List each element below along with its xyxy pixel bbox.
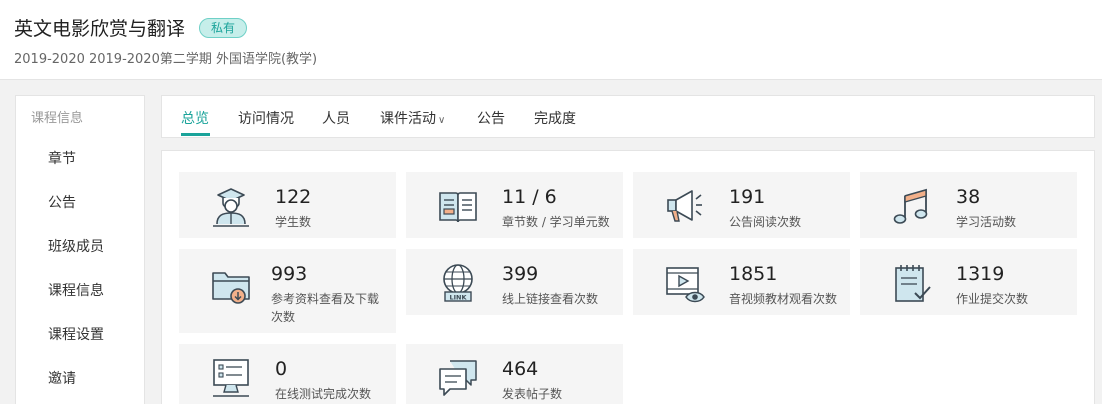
title-row: 英文电影欣赏与翻译 私有: [14, 14, 248, 41]
sidebar-heading: 课程信息: [31, 111, 84, 126]
tab-overview[interactable]: 总览: [181, 108, 209, 128]
sidebar-item-announcements[interactable]: 公告: [48, 192, 76, 212]
tab-courseware-label: 课件活动: [380, 111, 436, 127]
video-view-icon: [666, 267, 705, 303]
megaphone-icon: [667, 190, 702, 222]
stat-card-homework: 1319 作业提交次数: [860, 249, 1077, 315]
online-test-icon: [213, 359, 249, 397]
stat-card-announcement-reads: 191 公告阅读次数: [633, 172, 850, 238]
stat-label: 学习活动数: [956, 215, 1017, 229]
stat-value: 191: [729, 186, 766, 208]
active-tab-indicator: [181, 133, 210, 136]
stat-label: 公告阅读次数: [729, 215, 802, 229]
stat-card-online-links: LINK 399 线上链接查看次数: [406, 249, 623, 315]
privacy-badge: 私有: [199, 17, 248, 38]
post-icon: [439, 360, 477, 396]
book-icon: [439, 192, 477, 223]
stat-label: 章节数 / 学习单元数: [502, 215, 610, 229]
stat-value: 0: [275, 358, 288, 380]
tab-people[interactable]: 人员: [322, 108, 350, 128]
stat-card-students: 122 学生数: [179, 172, 396, 238]
stat-card-av-materials: 1851 音视频教材观看次数: [633, 249, 850, 315]
globe-link-icon: LINK: [443, 264, 473, 302]
stat-value: 38: [956, 186, 981, 208]
stat-label: 作业提交次数: [956, 292, 1029, 306]
stat-value: 1319: [956, 263, 1005, 285]
stat-value: 122: [275, 186, 312, 208]
stat-value: 1851: [729, 263, 778, 285]
course-subtitle: 2019-2020 2019-2020第二学期 外国语学院(教学): [14, 52, 318, 67]
student-icon: [213, 188, 249, 227]
sidebar-item-chapters[interactable]: 章节: [48, 148, 76, 168]
sidebar-item-invite[interactable]: 邀请: [48, 368, 76, 388]
stat-card-reference-materials: 993 参考资料查看及下载次数: [179, 249, 396, 333]
sidebar: 课程信息 章节 公告 班级成员 课程信息 课程设置 邀请: [15, 95, 145, 404]
stat-card-learning-activities: 38 学习活动数: [860, 172, 1077, 238]
tab-completion[interactable]: 完成度: [534, 108, 576, 128]
sidebar-item-course-settings[interactable]: 课程设置: [48, 324, 104, 344]
stat-label: 发表帖子数: [502, 387, 563, 401]
stat-label: 音视频教材观看次数: [729, 292, 838, 306]
folder-download-icon: [212, 272, 250, 304]
tab-courseware-activities[interactable]: 课件活动 ∨: [380, 108, 445, 128]
stat-label: 学生数: [275, 215, 312, 229]
stat-value: 993: [271, 263, 308, 285]
stat-value: 399: [502, 263, 539, 285]
chevron-down-icon: ∨: [438, 115, 446, 126]
stat-card-online-tests: 0 在线测试完成次数: [179, 344, 396, 404]
stat-card-posts: 464 发表帖子数: [406, 344, 623, 404]
stat-label: 在线测试完成次数: [275, 387, 372, 401]
homework-icon: [895, 265, 931, 302]
stat-label: 参考资料查看及下载次数: [271, 292, 380, 324]
sidebar-item-members[interactable]: 班级成员: [48, 236, 104, 256]
tab-bar: 总览 访问情况 人员 课件活动 ∨ 公告 完成度: [161, 95, 1095, 138]
tab-announcements[interactable]: 公告: [477, 108, 505, 128]
music-note-icon: [893, 188, 928, 224]
stat-value: 11 / 6: [502, 186, 557, 208]
svg-text:LINK: LINK: [449, 294, 467, 302]
tab-visits[interactable]: 访问情况: [238, 108, 294, 128]
sidebar-item-course-info[interactable]: 课程信息: [48, 280, 104, 300]
stat-label: 线上链接查看次数: [502, 292, 599, 306]
stat-card-chapters: 11 / 6 章节数 / 学习单元数: [406, 172, 623, 238]
stat-value: 464: [502, 358, 539, 380]
stats-panel: 122 学生数 11 / 6 章节数 / 学习单元数 191 公告阅读次数 38…: [161, 150, 1095, 404]
course-header: 英文电影欣赏与翻译 私有 2019-2020 2019-2020第二学期 外国语…: [0, 0, 1102, 80]
course-title: 英文电影欣赏与翻译: [14, 18, 186, 40]
